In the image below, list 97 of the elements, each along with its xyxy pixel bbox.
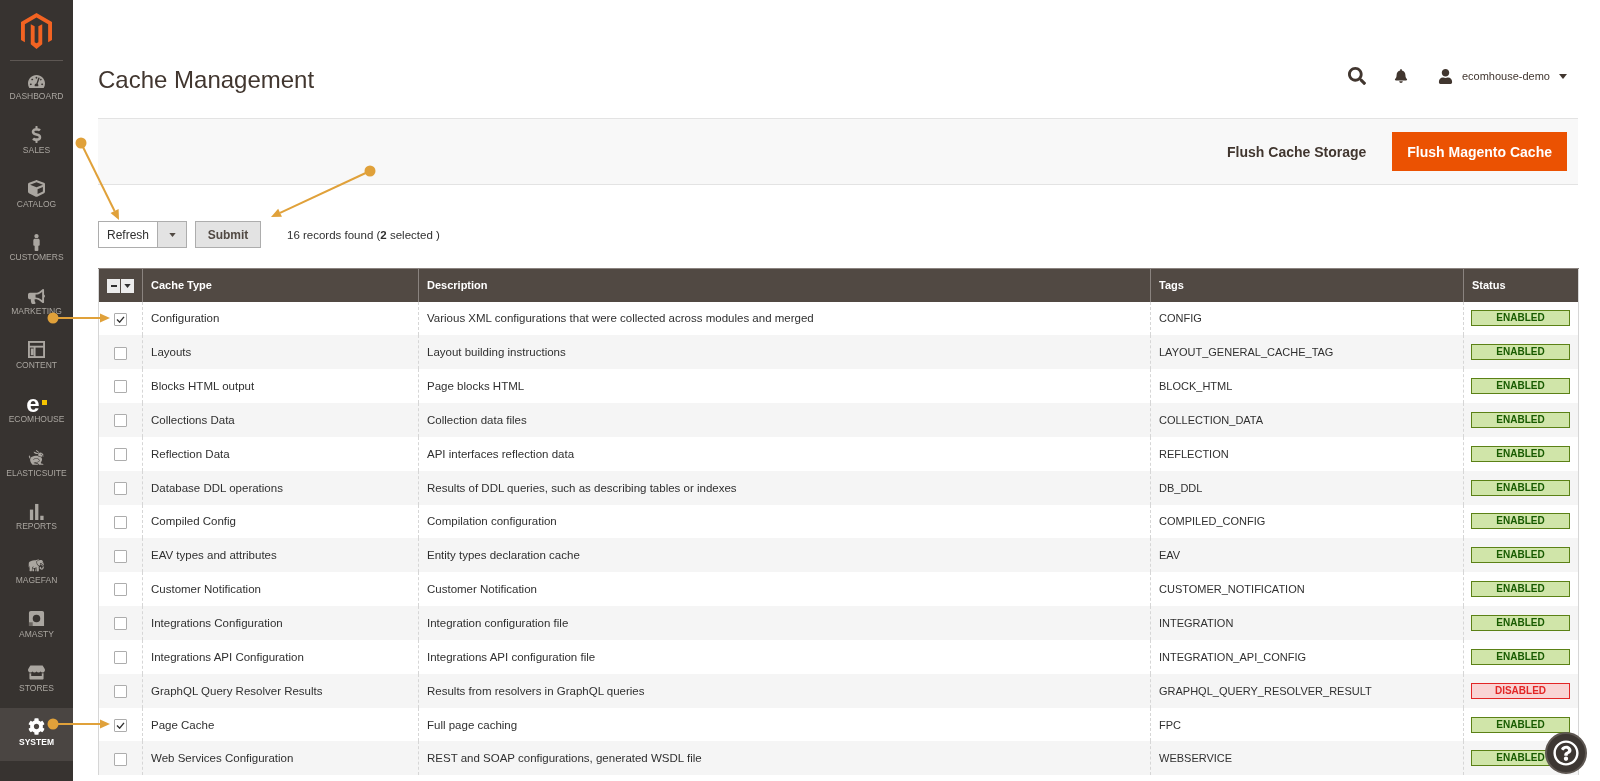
status-badge: ENABLED — [1471, 513, 1570, 530]
select-all-dropdown[interactable] — [107, 279, 134, 293]
table-cell: INTEGRATION_API_CONFIG — [1150, 639, 1464, 674]
row-checkbox[interactable] — [114, 346, 127, 360]
row-checkbox[interactable] — [114, 617, 127, 631]
status-badge: ENABLED — [1471, 547, 1570, 564]
status-badge: ENABLED — [1471, 310, 1570, 327]
nav-item[interactable]: REPORTS — [0, 492, 73, 547]
row-checkbox[interactable] — [114, 651, 127, 665]
table-cell: Integrations API configuration file — [418, 639, 1151, 674]
logo-icon[interactable] — [21, 13, 52, 49]
table-cell: API interfaces reflection data — [418, 436, 1151, 471]
row-checkbox[interactable] — [114, 448, 127, 462]
nav-item[interactable]: AMASTY — [0, 599, 73, 654]
caret-icon — [1559, 73, 1567, 79]
user-menu[interactable]: ecomhouse-demo — [1437, 68, 1567, 84]
status-badge: ENABLED — [1471, 615, 1570, 631]
nav-item[interactable]: SALES — [0, 115, 73, 170]
check-icon — [116, 721, 125, 729]
row-checkbox[interactable] — [114, 380, 127, 394]
row-checkbox[interactable] — [114, 515, 127, 529]
row-checkbox[interactable] — [114, 752, 127, 766]
table-cell: Web Services Configuration — [142, 741, 419, 776]
settings-icon — [28, 718, 45, 736]
page-title: Cache Management — [98, 65, 315, 95]
check-icon — [116, 315, 125, 323]
user-icon — [1437, 68, 1453, 84]
status-badge: ENABLED — [1471, 344, 1570, 361]
callout-arrow — [47, 718, 110, 730]
nav-item[interactable]: SYSTEM — [0, 707, 73, 762]
nav-item[interactable]: ELASTICSUITE — [0, 438, 73, 493]
table-cell: REST and SOAP configurations, generated WSDL file — [418, 741, 1151, 776]
column-header: Tags — [1150, 268, 1464, 302]
caret-icon — [168, 232, 176, 237]
nav-item[interactable]: CATALOG — [0, 169, 73, 224]
row-checkbox[interactable] — [114, 414, 127, 428]
primary-button[interactable]: Flush Magento Cache — [1392, 132, 1567, 171]
table-cell: Collections Data — [142, 403, 419, 437]
status-badge: ENABLED — [1471, 479, 1570, 496]
table-cell: INTEGRATION — [1150, 606, 1464, 640]
bell-icon[interactable] — [1393, 69, 1408, 83]
row-checkbox[interactable] — [114, 583, 127, 597]
row-checkbox[interactable] — [114, 481, 127, 495]
nav-item[interactable]: MARKETING — [0, 277, 73, 331]
status-badge: ENABLED — [1471, 445, 1570, 462]
bar-chart-icon — [28, 502, 45, 520]
submit-button[interactable]: Submit — [195, 221, 261, 248]
table-cell: DB_DDL — [1150, 470, 1464, 505]
row-checkbox[interactable] — [114, 684, 127, 698]
search-icon[interactable] — [1347, 67, 1366, 85]
gauge-icon — [28, 72, 45, 90]
records-summary: 16 records found (2 selected ) — [287, 228, 440, 241]
column-header: Description — [418, 268, 1151, 302]
column-header: Status — [1463, 268, 1579, 302]
square-ring-icon — [28, 610, 45, 628]
rabbit-icon — [28, 449, 45, 467]
status-badge: ENABLED — [1471, 411, 1570, 428]
action-select[interactable]: Refresh — [98, 221, 187, 248]
status-badge: ENABLED — [1471, 378, 1570, 395]
layout-icon — [28, 341, 45, 359]
text-button[interactable]: Flush Cache Storage — [1227, 132, 1367, 171]
nav-item[interactable]: CONTENT — [0, 331, 73, 385]
help-icon — [1553, 740, 1579, 766]
storefront-icon — [28, 664, 45, 682]
table-cell: Collection data files — [418, 403, 1151, 437]
table-cell: GRAPHQL_QUERY_RESOLVER_RESULT — [1150, 673, 1464, 708]
table-cell: Integrations Configuration — [142, 606, 419, 640]
nav-item[interactable]: CUSTOMERS — [0, 223, 73, 278]
status-badge: ENABLED — [1471, 716, 1570, 733]
table-cell: WEBSERVICE — [1150, 741, 1464, 776]
table-cell: GraphQL Query Resolver Results — [142, 673, 419, 708]
table-cell: Reflection Data — [142, 436, 419, 471]
row-checkbox[interactable] — [114, 312, 127, 326]
nav-item[interactable]: MAGEFAN — [0, 546, 73, 600]
nav-item[interactable]: DASHBOARD — [0, 62, 73, 116]
column-header: Cache Type — [142, 268, 419, 302]
row-checkbox[interactable] — [114, 549, 127, 563]
logo-letter: e — [26, 394, 40, 413]
table-cell: Results of DDL queries, such as describing tables or indexes — [418, 470, 1151, 505]
caret-icon — [124, 284, 131, 288]
table-cell: REFLECTION — [1150, 436, 1464, 471]
row-checkbox[interactable] — [114, 718, 127, 732]
nav-item[interactable]: e ECOMHOUSE — [0, 384, 73, 439]
table-cell: Integration configuration file — [418, 606, 1151, 640]
cube-icon — [28, 180, 45, 198]
status-badge: ENABLED — [1471, 581, 1570, 598]
table-cell: Results from resolvers in GraphQL queries — [418, 673, 1151, 708]
callout-arrow — [47, 312, 110, 324]
megaphone-icon — [28, 287, 45, 305]
nav-item[interactable]: STORES — [0, 653, 73, 708]
table-cell: COLLECTION_DATA — [1150, 403, 1464, 437]
table-cell: Database DDL operations — [142, 470, 419, 505]
table-cell: Integrations API Configuration — [142, 639, 419, 674]
minus-icon — [110, 285, 117, 287]
status-badge: ENABLED — [1471, 648, 1570, 665]
status-badge: DISABLED — [1471, 682, 1570, 699]
square-icon — [41, 399, 47, 405]
